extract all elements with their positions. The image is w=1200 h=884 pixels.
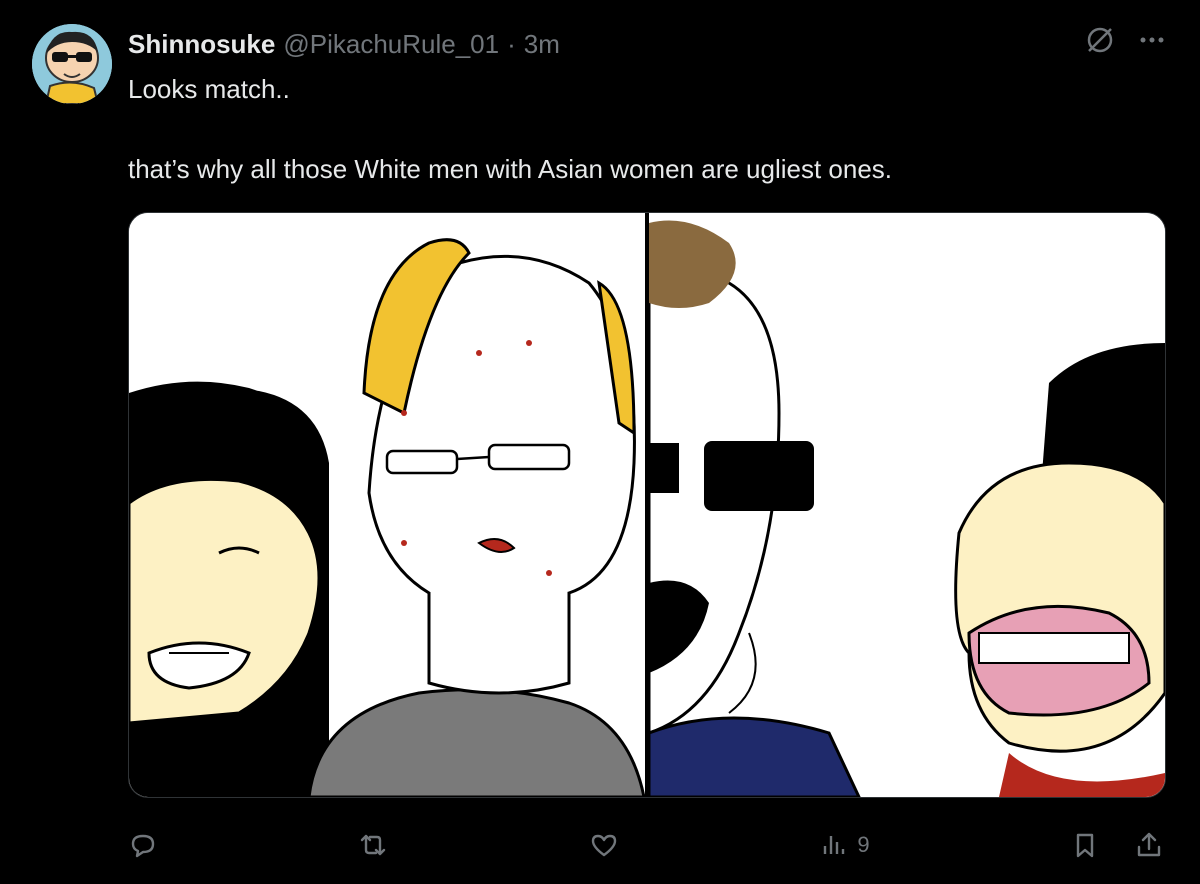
like-button[interactable] [589, 830, 619, 860]
tweet-header: Shinnosuke @PikachuRule_01 · 3m [128, 26, 560, 62]
bookmark-button[interactable] [1070, 830, 1100, 860]
more-icon[interactable] [1136, 24, 1168, 56]
timestamp[interactable]: 3m [524, 29, 560, 60]
views-count: 9 [857, 832, 870, 857]
tweet-text-line2: that’s why all those White men with Asia… [128, 154, 893, 184]
right-actions [1070, 830, 1164, 860]
author-name[interactable]: Shinnosuke [128, 29, 275, 60]
author-handle[interactable]: @PikachuRule_01 [283, 29, 499, 60]
left-woman-figure [129, 381, 329, 797]
retweet-icon [358, 830, 388, 860]
share-button[interactable] [1134, 830, 1164, 860]
reply-icon [128, 830, 158, 860]
bookmark-icon [1070, 830, 1100, 860]
grok-icon[interactable] [1084, 24, 1116, 56]
top-actions [1084, 24, 1168, 56]
views-button[interactable]: 9 [819, 830, 870, 860]
meme-image [129, 213, 1165, 797]
reply-button[interactable] [128, 830, 158, 860]
retweet-button[interactable] [358, 830, 388, 860]
action-bar: 9 [128, 820, 1164, 870]
separator: · [507, 28, 516, 59]
share-icon [1134, 830, 1164, 860]
tweet-text-line1: Looks match.. [128, 74, 290, 104]
tweet-media[interactable] [128, 212, 1166, 798]
avatar-image [32, 24, 112, 104]
heart-icon [589, 830, 619, 860]
views-icon [819, 830, 849, 860]
avatar[interactable] [32, 24, 112, 104]
